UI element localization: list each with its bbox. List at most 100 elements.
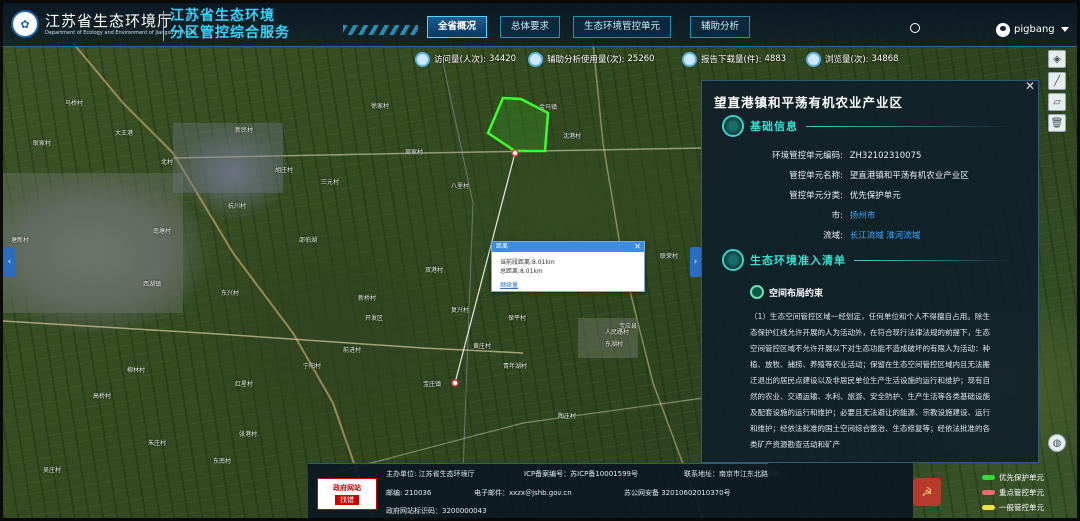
gov-site-error-report-button[interactable]: 政府网站 找错 xyxy=(317,478,377,510)
spatial-layout-header[interactable]: 空间布局约束 xyxy=(750,285,823,299)
stat-downloads: 报告下载量(件): 4883 xyxy=(682,50,786,68)
stat-label: 辅助分析使用量(次): xyxy=(547,55,625,65)
stat-label: 报告下载量(件): xyxy=(701,55,762,65)
map-label: 高桥村 xyxy=(93,393,112,400)
close-icon[interactable]: ✕ xyxy=(1025,81,1035,93)
username[interactable]: pigbang xyxy=(1014,24,1055,35)
map-label: 胡庄村 xyxy=(275,167,294,174)
info-key: 市: xyxy=(831,211,843,221)
map-label: 北村 xyxy=(161,159,174,166)
left-panel-toggle[interactable]: ‹ xyxy=(4,247,15,277)
info-key: 流域: xyxy=(823,231,843,241)
right-panel-toggle[interactable]: › xyxy=(690,247,701,277)
legend-item: 优先保护单元 xyxy=(982,470,1074,485)
user-avatar-icon[interactable] xyxy=(996,23,1010,37)
header-decoration xyxy=(343,25,418,35)
logo-text-top: 政府网站 xyxy=(333,484,361,492)
panel-title: 望直港镇和平荡有机农业产业区 xyxy=(714,95,904,110)
section-title: 生态环境准入清单 xyxy=(750,254,846,267)
city-link[interactable]: 扬州市 xyxy=(850,211,876,221)
section-icon xyxy=(722,115,744,137)
map-label: 南塘村 xyxy=(153,228,172,235)
footer-contact: 联系地址：南京市江东北路8号 xyxy=(684,470,780,478)
basic-info-header: 基础信息 xyxy=(722,115,1012,137)
footer-host: 主办单位: 江苏省生态环境厅 xyxy=(386,470,475,478)
stat-value: 25260 xyxy=(627,54,655,64)
map-label: 青年湖村 xyxy=(503,363,528,370)
map-label: 联荣村 xyxy=(660,253,679,260)
map-label: 朱庄村 xyxy=(148,440,167,447)
legend-item: 重点管控单元 xyxy=(982,485,1074,500)
map-label: 保平村 xyxy=(508,315,527,322)
map-label: 新桥村 xyxy=(358,295,377,302)
map-label: 东湖村 xyxy=(605,341,624,348)
map-label: 吴庄村 xyxy=(43,467,62,474)
map-label: 开发区 xyxy=(365,315,384,322)
section-divider xyxy=(854,259,1012,261)
nav-tab-control-units[interactable]: 生态环境管控单元 xyxy=(573,16,672,38)
map-label: 耿家村 xyxy=(33,140,52,147)
legend-label: 优先保护单元 xyxy=(999,473,1044,482)
map-label: 复兴村 xyxy=(451,307,470,314)
measure-line-icon[interactable]: ╱ xyxy=(1048,72,1066,90)
legend-label: 重点管控单元 xyxy=(999,488,1044,497)
footer-icp[interactable]: ICP备案编号：苏ICP备10001599号 xyxy=(524,469,638,479)
popup-title-text: 距离 xyxy=(496,243,509,250)
continue-measure-link[interactable]: 继续量 xyxy=(492,280,644,289)
stat-value: 4883 xyxy=(764,54,787,64)
legend-swatch xyxy=(982,475,995,480)
analysis-icon xyxy=(528,51,543,67)
nav-tab-general-requirements[interactable]: 总体要求 xyxy=(500,16,561,38)
message-icon[interactable] xyxy=(910,23,920,33)
trash-icon[interactable]: 🗑 xyxy=(1048,114,1066,132)
map-label: 东兴村 xyxy=(221,290,240,297)
stat-analysis: 辅助分析使用量(次): 25260 xyxy=(528,50,655,68)
site-footer: 政府网站 找错 主办单位: 江苏省生态环境厅 ICP备案编号：苏ICP备1000… xyxy=(308,463,779,518)
map-label: 金马镇 xyxy=(539,104,558,111)
nav-tab-overview[interactable]: 全省概况 xyxy=(427,16,488,38)
info-key: 管控单元名称: xyxy=(789,171,843,181)
layers-icon[interactable]: ◈ xyxy=(1048,50,1066,68)
footer-site-id: 政府网站标识码：3200000043 xyxy=(386,507,487,515)
info-key: 管控单元分类: xyxy=(789,191,843,201)
subsection-title: 空间布局约束 xyxy=(769,288,824,299)
map-label: 杭川村 xyxy=(228,203,247,210)
map-label: 新民村 xyxy=(235,127,254,134)
stat-label: 浏览量(次): xyxy=(825,55,869,65)
map-label: 大王港 xyxy=(115,130,134,137)
footer-extension xyxy=(768,463,913,518)
map-label: 塘新村 xyxy=(11,237,30,244)
map-label: 三元村 xyxy=(321,179,340,186)
section-divider xyxy=(806,125,1012,127)
map-label: 西湖镇 xyxy=(143,281,162,288)
nav-tab-assist-analysis[interactable]: 辅助分析 xyxy=(690,16,751,38)
measure-popup: 距离 ✕ 当前段距离:8.01km 总距离:8.01km 继续量 xyxy=(491,241,645,292)
legend-item: 一般管控单元 xyxy=(982,500,1074,515)
department-name: 江苏省生态环境厅 xyxy=(45,12,174,30)
section-icon xyxy=(722,249,744,271)
spatial-icon xyxy=(750,285,764,299)
logo-text-bottom: 找错 xyxy=(335,495,359,505)
service-title: 江苏省生态环境 分区管控综合服务 xyxy=(170,8,290,42)
map-label: 宝庄镇 xyxy=(423,381,442,388)
map-label: 宁阳村 xyxy=(303,363,322,370)
stat-value: 34420 xyxy=(489,54,517,64)
close-icon[interactable]: ✕ xyxy=(634,242,641,252)
top-header: ✿ 江苏省生态环境厅 Department of Ecology and Env… xyxy=(3,3,1077,47)
map-label: 张港村 xyxy=(239,431,258,438)
department-logo-icon: ✿ xyxy=(11,10,39,38)
info-row-category: 管控单元分类: 优先保护单元 xyxy=(732,189,901,201)
footer-police[interactable]: 苏公网安备 32010602010370号 xyxy=(624,488,731,498)
map-label: 陶庄村 xyxy=(558,413,577,420)
footer-email[interactable]: 电子邮件：xxzx＠jshb.gov.cn xyxy=(474,488,572,498)
measure-area-icon[interactable]: ▱ xyxy=(1048,93,1066,111)
party-emblem-icon[interactable]: ☭ xyxy=(913,478,941,506)
service-title-line2: 分区管控综合服务 xyxy=(170,25,290,41)
basin-link[interactable]: 长江流域 淮河流域 xyxy=(850,231,921,241)
spatial-constraint-text: （1）生态空间管控区域一经划定，任何单位和个人不得擅自占用。除生态保护红线允许开… xyxy=(750,312,990,449)
globe-icon[interactable]: ◍ xyxy=(1048,434,1066,452)
chevron-down-icon[interactable] xyxy=(1061,27,1069,32)
map-label: 邵伯湖 xyxy=(299,237,318,244)
info-value: 望直港镇和平荡有机农业产业区 xyxy=(849,171,969,181)
popup-title: 距离 ✕ xyxy=(492,242,644,252)
